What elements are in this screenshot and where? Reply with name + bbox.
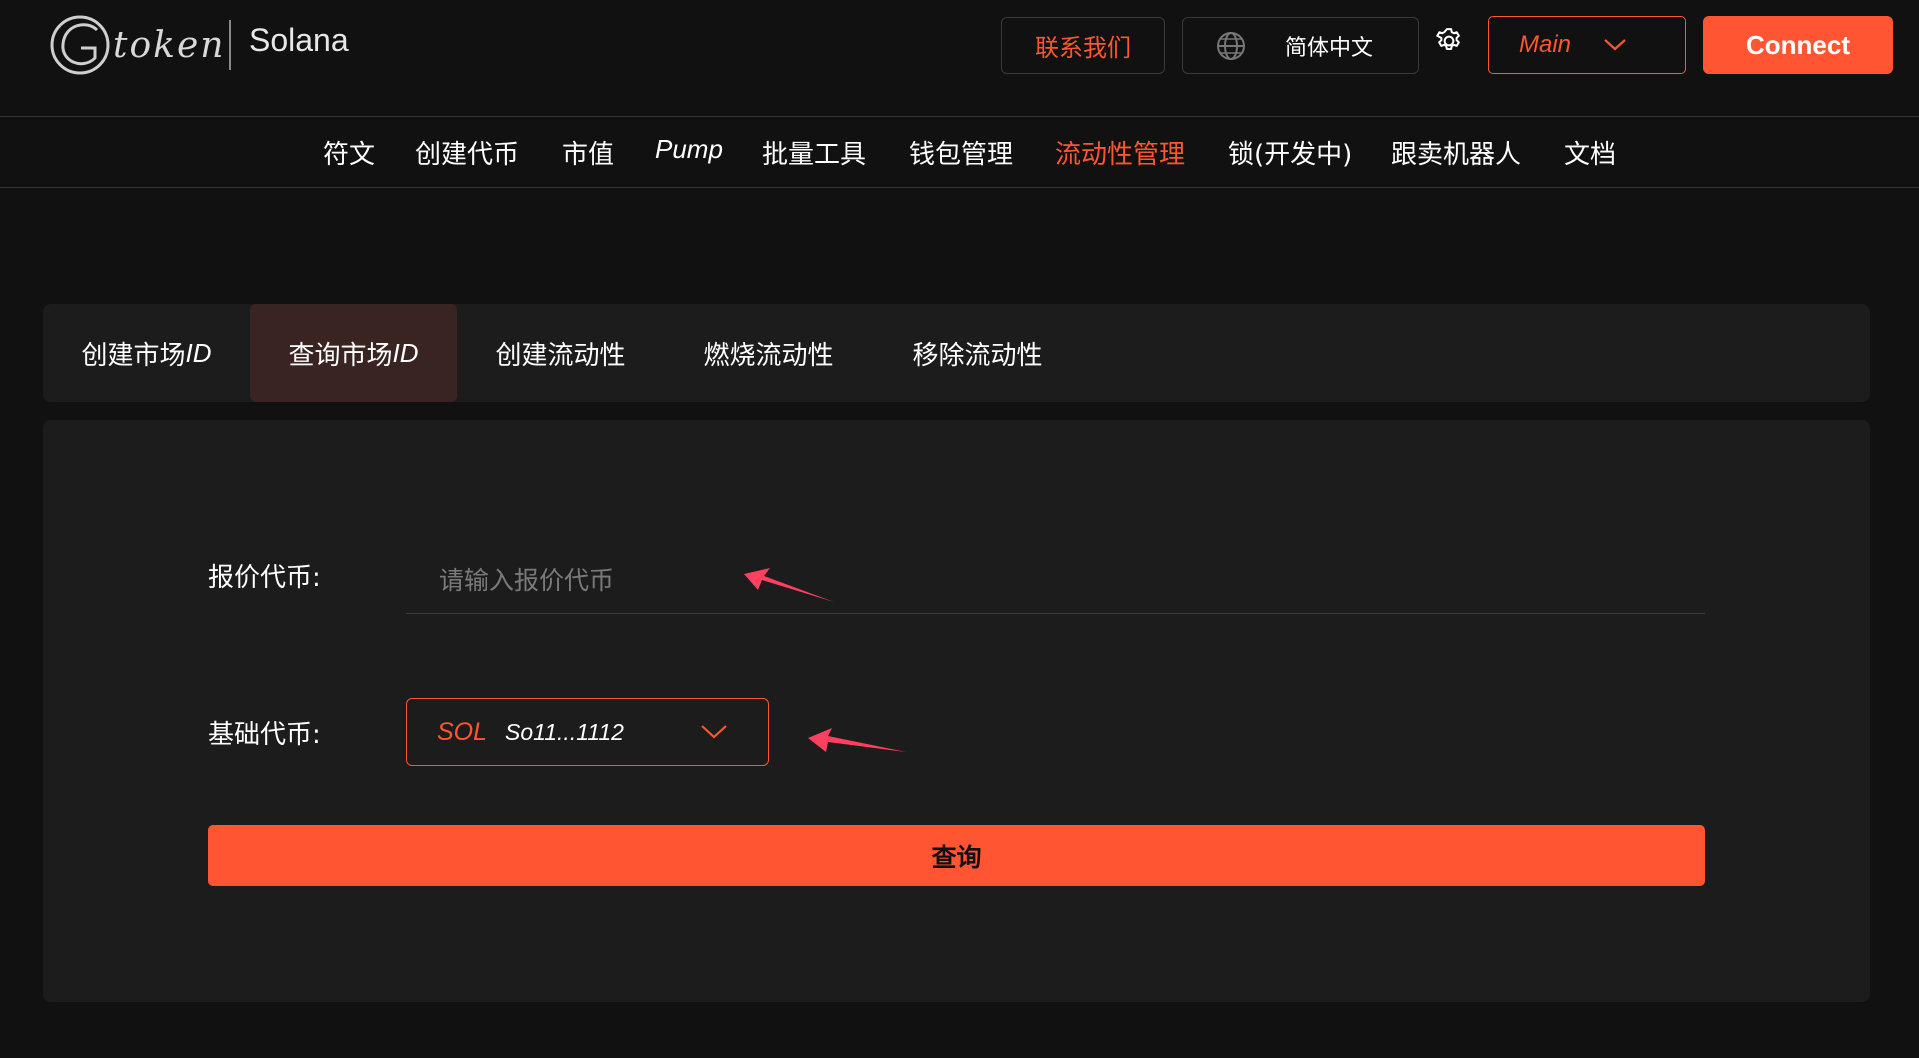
- nav-item-follow-sell-bot[interactable]: 跟卖机器人: [1391, 134, 1521, 171]
- query-button[interactable]: 查询: [208, 825, 1705, 886]
- nav-item-batch-tools[interactable]: 批量工具: [762, 134, 866, 171]
- nav-item-docs[interactable]: 文档: [1564, 134, 1616, 171]
- language-label: 简体中文: [1285, 35, 1374, 61]
- chain-name: Solana: [249, 22, 349, 58]
- quote-token-input[interactable]: [406, 548, 1705, 614]
- chevron-down-icon: [700, 724, 728, 740]
- base-token-symbol: SOL: [437, 717, 488, 746]
- gear-icon[interactable]: [1434, 26, 1464, 56]
- tab-create-liquidity[interactable]: 创建流动性: [457, 304, 664, 402]
- nav-item-wallet-management[interactable]: 钱包管理: [909, 134, 1013, 171]
- arrow-annotation-icon: [808, 728, 906, 752]
- base-token-select[interactable]: SOL So11...1112: [406, 698, 769, 766]
- tab-label-suffix: ID: [185, 337, 212, 368]
- connect-wallet-button[interactable]: Connect: [1703, 16, 1893, 74]
- nav-item-liquidity-management[interactable]: 流动性管理: [1055, 134, 1185, 171]
- tab-create-market-id[interactable]: 创建市场 ID: [43, 304, 250, 402]
- base-token-label: 基础代币:: [208, 720, 321, 750]
- network-selected-value: Main: [1519, 31, 1572, 58]
- liquidity-tabs: 创建市场 ID 查询市场 ID 创建流动性 燃烧流动性 移除流动性: [43, 304, 1870, 402]
- globe-icon: [1215, 30, 1247, 62]
- nav-item-market-cap[interactable]: 市值: [562, 134, 614, 171]
- tab-label: 创建流动性: [495, 340, 626, 371]
- tab-label: 查询市场: [288, 340, 393, 371]
- language-selector[interactable]: 简体中文: [1182, 17, 1419, 74]
- logo[interactable]: token: [47, 12, 225, 78]
- nav-item-runes[interactable]: 符文: [323, 134, 375, 171]
- arrow-annotation-icon: [744, 568, 834, 602]
- g-token-logo-icon: [50, 15, 110, 75]
- base-token-address: So11...1112: [505, 718, 624, 745]
- nav-item-lock[interactable]: 锁(开发中): [1228, 134, 1352, 171]
- tab-burn-liquidity[interactable]: 燃烧流动性: [664, 304, 873, 402]
- tab-label: 创建市场: [81, 340, 186, 371]
- quote-token-label: 报价代币:: [208, 563, 321, 593]
- query-market-panel: [43, 420, 1870, 1002]
- tab-label-suffix: ID: [392, 337, 419, 368]
- main-nav: 符文 创建代币 市值 Pump 批量工具 钱包管理 流动性管理 锁(开发中) 跟…: [0, 118, 1919, 188]
- nav-item-pump[interactable]: Pump: [655, 134, 723, 165]
- logo-text: token: [113, 24, 226, 66]
- tab-label: 移除流动性: [912, 340, 1043, 371]
- contact-us-button[interactable]: 联系我们: [1001, 17, 1165, 74]
- tab-query-market-id[interactable]: 查询市场 ID: [250, 304, 457, 402]
- nav-item-create-token[interactable]: 创建代币: [415, 134, 519, 171]
- logo-divider: [229, 20, 231, 70]
- tab-remove-liquidity[interactable]: 移除流动性: [873, 304, 1082, 402]
- tab-label: 燃烧流动性: [703, 340, 834, 371]
- chevron-down-icon: [1603, 38, 1657, 52]
- top-header: token Solana 联系我们 简体中文 Main Connect: [0, 0, 1919, 117]
- network-select[interactable]: Main: [1488, 16, 1686, 74]
